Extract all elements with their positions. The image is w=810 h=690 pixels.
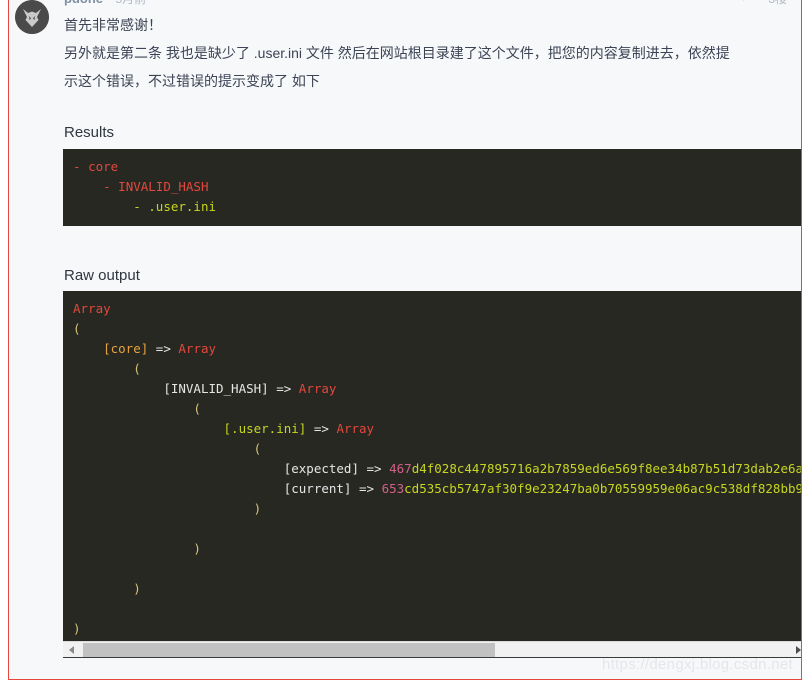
array-keyword: Array	[336, 421, 375, 436]
results-line-dash: -	[133, 199, 141, 214]
results-heading: Results	[64, 124, 115, 141]
open-paren: (	[133, 361, 141, 376]
floor-label: 3楼	[768, 0, 787, 6]
comment-header: pdone 5月前	[64, 0, 146, 9]
hash-current-value: cd535cb5747af30f9e23247ba0b70559959e06ac…	[404, 481, 802, 496]
user-avatar-icon	[15, 0, 49, 34]
key-user-ini: [.user.ini]	[223, 421, 307, 436]
watermark: https://dengxj.blog.csdn.net	[601, 656, 793, 673]
hash-current-prefix: 653	[381, 481, 405, 496]
results-line-text: core	[88, 159, 119, 174]
array-keyword: Array	[298, 381, 337, 396]
results-line-text: INVALID_HASH	[118, 179, 209, 194]
key-expected: [expected]	[283, 461, 359, 476]
arrow: =>	[276, 381, 292, 396]
reply-controls: 3楼	[730, 0, 787, 8]
close-paren: )	[73, 621, 81, 636]
avatar[interactable]	[15, 0, 49, 34]
comment-line: 示这个错误，不过错误的提示变成了 如下	[64, 73, 320, 89]
close-paren: )	[193, 541, 201, 556]
comment-frame: pdone 5月前 3楼 首先非常感谢！ 另外就是第二条 我也是缺少了 .use…	[8, 0, 802, 680]
close-paren: )	[253, 501, 262, 516]
results-line-text: .user.ini	[148, 199, 217, 214]
results-line-dash: -	[73, 159, 81, 174]
open-paren: (	[193, 401, 201, 416]
hash-expected-prefix: 467	[389, 461, 412, 476]
raw-output-code-block[interactable]: Array ( [core] => Array ( [INVALID_HASH]…	[63, 291, 802, 641]
scrollbar-thumb[interactable]	[83, 643, 495, 657]
comment-timestamp: 5月前	[115, 0, 146, 6]
arrow: =>	[358, 481, 375, 496]
key-invalid-hash: [INVALID_HASH]	[163, 381, 269, 396]
open-paren: (	[73, 321, 81, 336]
arrow: =>	[366, 461, 382, 476]
results-line-dash: -	[103, 179, 111, 194]
key-core: [core]	[103, 341, 149, 356]
reply-arrow-icon[interactable]	[730, 0, 745, 9]
comment-line: 首先非常感谢！	[64, 17, 162, 33]
arrow: =>	[313, 421, 329, 436]
hash-expected-value: d4f028c447895716a2b7859ed6e569f8ee34b87b…	[411, 461, 802, 476]
close-paren: )	[133, 581, 141, 596]
open-paren: (	[253, 441, 262, 456]
array-keyword: Array	[73, 301, 111, 316]
comment-username[interactable]: pdone	[64, 0, 103, 6]
scroll-left-icon[interactable]	[63, 642, 80, 658]
comment-line: 另外就是第二条 我也是缺少了 .user.ini 文件 然后在网站根目录建了这个…	[64, 45, 730, 61]
arrow: =>	[155, 341, 171, 356]
key-current: [current]	[283, 481, 352, 496]
array-keyword: Array	[178, 341, 217, 356]
results-code-block[interactable]: - core - INVALID_HASH - .user.ini	[63, 149, 801, 226]
comment-body: 首先非常感谢！ 另外就是第二条 我也是缺少了 .user.ini 文件 然后在网…	[64, 11, 794, 95]
raw-output-heading: Raw output	[64, 267, 140, 284]
